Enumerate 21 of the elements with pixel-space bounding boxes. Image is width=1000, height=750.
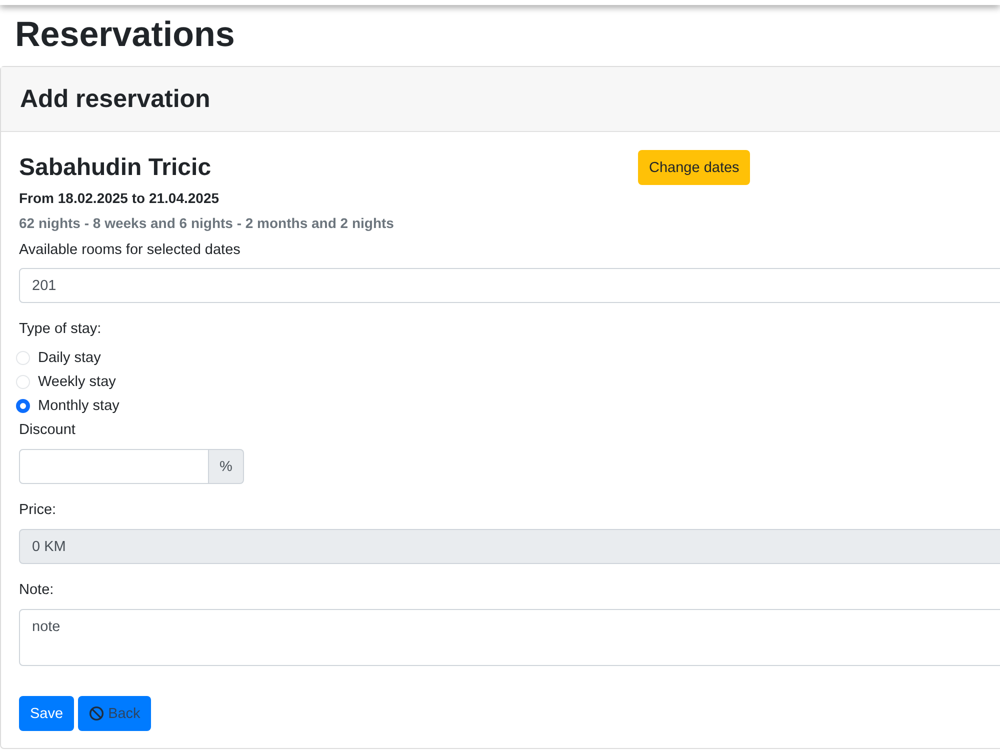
save-button[interactable]: Save	[19, 696, 74, 731]
note-label: Note:	[19, 581, 54, 600]
radio-button[interactable]	[16, 399, 30, 413]
card-title: Add reservation	[20, 84, 210, 114]
change-dates-button[interactable]: Change dates	[638, 150, 750, 185]
radio-label[interactable]: Daily stay	[38, 350, 101, 366]
discount-input[interactable]	[19, 449, 209, 484]
guest-name: Sabahudin Tricic	[19, 154, 212, 180]
room-select[interactable]: 201	[19, 268, 1000, 303]
date-range: From 18.02.2025 to 21.04.2025	[19, 189, 220, 208]
percent-addon: %	[209, 449, 244, 484]
discount-label: Discount	[19, 421, 76, 440]
note-textarea[interactable]: note	[19, 609, 1000, 666]
stay-duration: 62 nights - 8 weeks and 6 nights - 2 months and 2 nights	[19, 214, 394, 233]
rooms-label: Available rooms for selected dates	[19, 241, 240, 260]
radio-label[interactable]: Weekly stay	[38, 374, 116, 390]
price-label: Price:	[19, 501, 56, 520]
ban-icon	[89, 706, 104, 721]
radio-label[interactable]: Monthly stay	[38, 398, 120, 414]
type-of-stay-label: Type of stay:	[19, 320, 102, 339]
page-title: Reservations	[15, 14, 235, 56]
